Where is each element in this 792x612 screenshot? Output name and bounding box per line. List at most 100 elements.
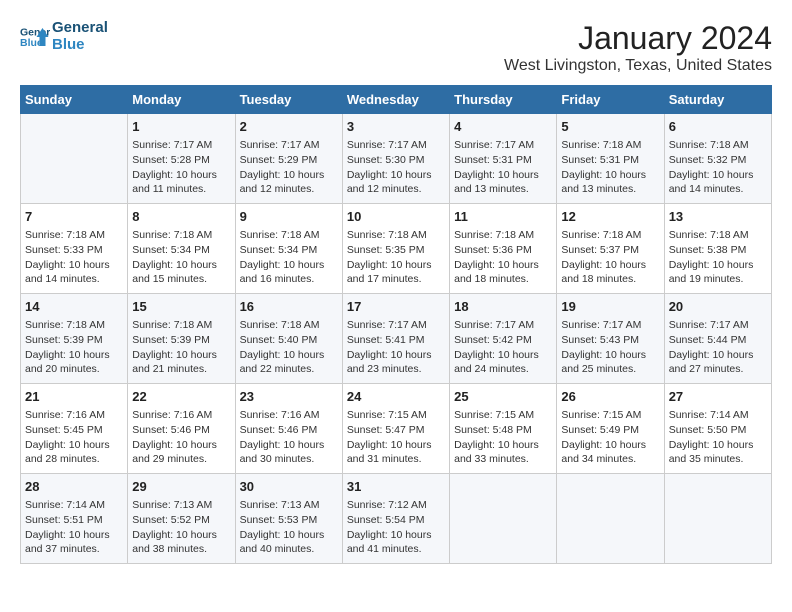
day-number: 1 — [132, 118, 230, 136]
day-info: Sunrise: 7:17 AM Sunset: 5:28 PM Dayligh… — [132, 138, 230, 197]
calendar-cell: 3 Sunrise: 7:17 AM Sunset: 5:30 PM Daylig… — [342, 114, 449, 204]
calendar-cell: 6 Sunrise: 7:18 AM Sunset: 5:32 PM Daylig… — [664, 114, 771, 204]
header-day-sunday: Sunday — [21, 86, 128, 114]
calendar-cell: 24Sunrise: 7:15 AM Sunset: 5:47 PM Dayli… — [342, 384, 449, 474]
day-info: Sunrise: 7:14 AM Sunset: 5:50 PM Dayligh… — [669, 408, 767, 467]
day-number: 22 — [132, 388, 230, 406]
header-day-saturday: Saturday — [664, 86, 771, 114]
day-number: 8 — [132, 208, 230, 226]
day-number: 23 — [240, 388, 338, 406]
day-number: 18 — [454, 298, 552, 316]
day-number: 7 — [25, 208, 123, 226]
day-number: 14 — [25, 298, 123, 316]
day-info: Sunrise: 7:17 AM Sunset: 5:29 PM Dayligh… — [240, 138, 338, 197]
calendar-cell: 12 Sunrise: 7:18 AM Sunset: 5:37 PM Dayli… — [557, 204, 664, 294]
day-info: Sunrise: 7:12 AM Sunset: 5:54 PM Dayligh… — [347, 498, 445, 557]
day-number: 5 — [561, 118, 659, 136]
header-row: SundayMondayTuesdayWednesdayThursdayFrid… — [21, 86, 772, 114]
title-block: January 2024 West Livingston, Texas, Uni… — [504, 20, 772, 75]
day-number: 29 — [132, 478, 230, 496]
calendar-cell: 4 Sunrise: 7:17 AM Sunset: 5:31 PM Daylig… — [450, 114, 557, 204]
day-info: Sunrise: 7:18 AM Sunset: 5:34 PM Dayligh… — [132, 228, 230, 287]
day-info: Sunrise: 7:17 AM Sunset: 5:42 PM Dayligh… — [454, 318, 552, 377]
day-info: Sunrise: 7:18 AM Sunset: 5:31 PM Dayligh… — [561, 138, 659, 197]
calendar-cell: 14 Sunrise: 7:18 AM Sunset: 5:39 PM Dayli… — [21, 294, 128, 384]
calendar-cell: 30 Sunrise: 7:13 AM Sunset: 5:53 PM Dayli… — [235, 474, 342, 564]
calendar-cell: 15Sunrise: 7:18 AM Sunset: 5:39 PM Dayli… — [128, 294, 235, 384]
calendar-cell: 9 Sunrise: 7:18 AM Sunset: 5:34 PM Daylig… — [235, 204, 342, 294]
calendar-cell: 21 Sunrise: 7:16 AM Sunset: 5:45 PM Dayli… — [21, 384, 128, 474]
day-info: Sunrise: 7:18 AM Sunset: 5:39 PM Dayligh… — [25, 318, 123, 377]
calendar-cell: 13 Sunrise: 7:18 AM Sunset: 5:38 PM Dayli… — [664, 204, 771, 294]
day-info: Sunrise: 7:17 AM Sunset: 5:30 PM Dayligh… — [347, 138, 445, 197]
day-info: Sunrise: 7:16 AM Sunset: 5:45 PM Dayligh… — [25, 408, 123, 467]
week-row-2: 7 Sunrise: 7:18 AM Sunset: 5:33 PM Daylig… — [21, 204, 772, 294]
calendar-cell: 25 Sunrise: 7:15 AM Sunset: 5:48 PM Dayli… — [450, 384, 557, 474]
week-row-4: 21 Sunrise: 7:16 AM Sunset: 5:45 PM Dayli… — [21, 384, 772, 474]
logo-text-blue: Blue — [52, 37, 108, 54]
day-info: Sunrise: 7:18 AM Sunset: 5:37 PM Dayligh… — [561, 228, 659, 287]
week-row-1: 1 Sunrise: 7:17 AM Sunset: 5:28 PM Daylig… — [21, 114, 772, 204]
main-title: January 2024 — [504, 20, 772, 57]
day-info: Sunrise: 7:13 AM Sunset: 5:52 PM Dayligh… — [132, 498, 230, 557]
day-info: Sunrise: 7:18 AM Sunset: 5:33 PM Dayligh… — [25, 228, 123, 287]
day-number: 30 — [240, 478, 338, 496]
day-number: 3 — [347, 118, 445, 136]
day-info: Sunrise: 7:18 AM Sunset: 5:38 PM Dayligh… — [669, 228, 767, 287]
day-info: Sunrise: 7:17 AM Sunset: 5:44 PM Dayligh… — [669, 318, 767, 377]
day-number: 4 — [454, 118, 552, 136]
header-day-tuesday: Tuesday — [235, 86, 342, 114]
day-number: 20 — [669, 298, 767, 316]
day-info: Sunrise: 7:14 AM Sunset: 5:51 PM Dayligh… — [25, 498, 123, 557]
calendar-cell: 16Sunrise: 7:18 AM Sunset: 5:40 PM Dayli… — [235, 294, 342, 384]
page-header: General Blue General Blue January 2024 W… — [20, 20, 772, 75]
calendar-cell: 19Sunrise: 7:17 AM Sunset: 5:43 PM Dayli… — [557, 294, 664, 384]
day-number: 27 — [669, 388, 767, 406]
day-number: 16 — [240, 298, 338, 316]
day-info: Sunrise: 7:18 AM Sunset: 5:39 PM Dayligh… — [132, 318, 230, 377]
calendar-table: SundayMondayTuesdayWednesdayThursdayFrid… — [20, 85, 772, 564]
calendar-cell: 10 Sunrise: 7:18 AM Sunset: 5:35 PM Dayli… — [342, 204, 449, 294]
subtitle: West Livingston, Texas, United States — [504, 57, 772, 75]
day-number: 10 — [347, 208, 445, 226]
day-info: Sunrise: 7:15 AM Sunset: 5:47 PM Dayligh… — [347, 408, 445, 467]
calendar-cell: 17Sunrise: 7:17 AM Sunset: 5:41 PM Dayli… — [342, 294, 449, 384]
logo: General Blue General Blue — [20, 20, 108, 53]
day-info: Sunrise: 7:13 AM Sunset: 5:53 PM Dayligh… — [240, 498, 338, 557]
day-number: 13 — [669, 208, 767, 226]
calendar-cell: 18 Sunrise: 7:17 AM Sunset: 5:42 PM Dayli… — [450, 294, 557, 384]
svg-text:Blue: Blue — [20, 37, 43, 49]
day-info: Sunrise: 7:18 AM Sunset: 5:36 PM Dayligh… — [454, 228, 552, 287]
calendar-cell: 8 Sunrise: 7:18 AM Sunset: 5:34 PM Daylig… — [128, 204, 235, 294]
day-number: 2 — [240, 118, 338, 136]
calendar-cell: 31Sunrise: 7:12 AM Sunset: 5:54 PM Dayli… — [342, 474, 449, 564]
day-info: Sunrise: 7:15 AM Sunset: 5:49 PM Dayligh… — [561, 408, 659, 467]
day-info: Sunrise: 7:18 AM Sunset: 5:35 PM Dayligh… — [347, 228, 445, 287]
header-day-monday: Monday — [128, 86, 235, 114]
day-number: 12 — [561, 208, 659, 226]
calendar-cell: 20 Sunrise: 7:17 AM Sunset: 5:44 PM Dayli… — [664, 294, 771, 384]
week-row-3: 14 Sunrise: 7:18 AM Sunset: 5:39 PM Dayli… — [21, 294, 772, 384]
day-number: 21 — [25, 388, 123, 406]
day-info: Sunrise: 7:17 AM Sunset: 5:41 PM Dayligh… — [347, 318, 445, 377]
day-number: 11 — [454, 208, 552, 226]
calendar-cell — [664, 474, 771, 564]
calendar-cell: 26 Sunrise: 7:15 AM Sunset: 5:49 PM Dayli… — [557, 384, 664, 474]
day-number: 25 — [454, 388, 552, 406]
calendar-cell: 23Sunrise: 7:16 AM Sunset: 5:46 PM Dayli… — [235, 384, 342, 474]
day-info: Sunrise: 7:15 AM Sunset: 5:48 PM Dayligh… — [454, 408, 552, 467]
day-number: 6 — [669, 118, 767, 136]
calendar-cell: 11 Sunrise: 7:18 AM Sunset: 5:36 PM Dayli… — [450, 204, 557, 294]
day-info: Sunrise: 7:18 AM Sunset: 5:32 PM Dayligh… — [669, 138, 767, 197]
calendar-cell: 29 Sunrise: 7:13 AM Sunset: 5:52 PM Dayli… — [128, 474, 235, 564]
calendar-cell: 5 Sunrise: 7:18 AM Sunset: 5:31 PM Daylig… — [557, 114, 664, 204]
calendar-cell: 2 Sunrise: 7:17 AM Sunset: 5:29 PM Daylig… — [235, 114, 342, 204]
day-number: 9 — [240, 208, 338, 226]
day-info: Sunrise: 7:17 AM Sunset: 5:31 PM Dayligh… — [454, 138, 552, 197]
calendar-cell: 22Sunrise: 7:16 AM Sunset: 5:46 PM Dayli… — [128, 384, 235, 474]
calendar-cell: 27 Sunrise: 7:14 AM Sunset: 5:50 PM Dayli… — [664, 384, 771, 474]
day-info: Sunrise: 7:18 AM Sunset: 5:34 PM Dayligh… — [240, 228, 338, 287]
day-number: 26 — [561, 388, 659, 406]
logo-icon: General Blue — [20, 22, 50, 52]
calendar-cell — [21, 114, 128, 204]
